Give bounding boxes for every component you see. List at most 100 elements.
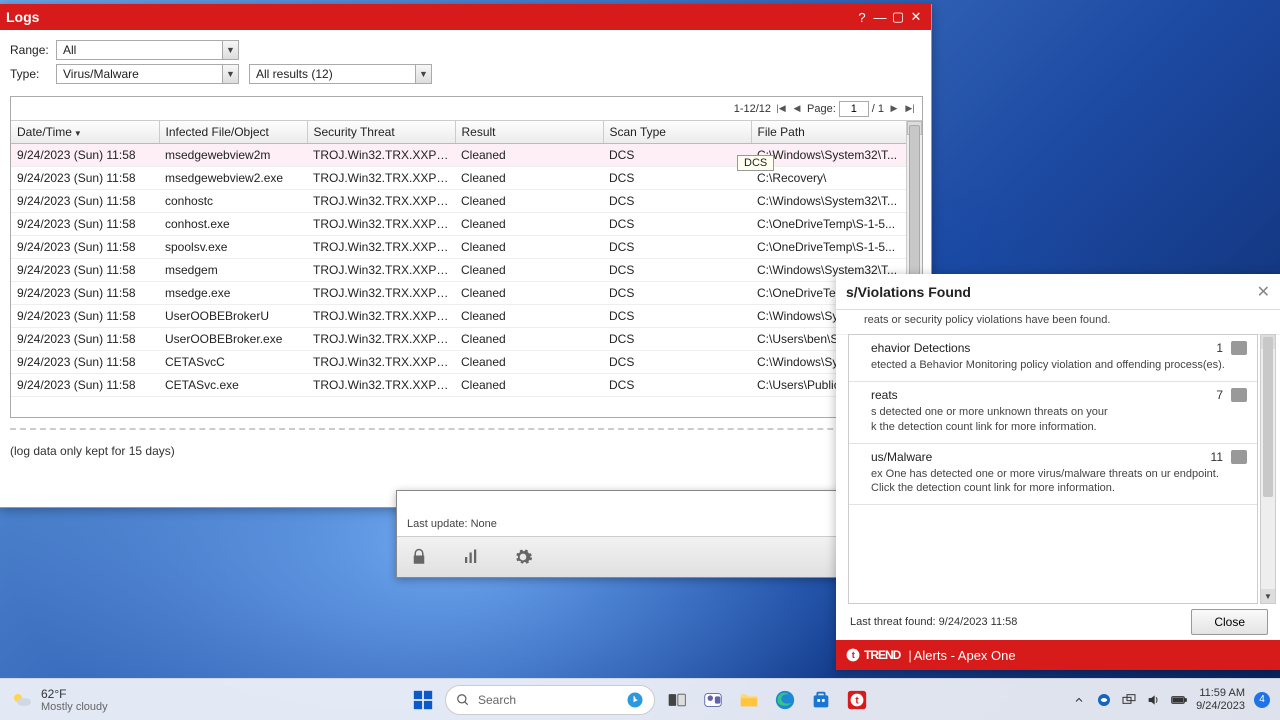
alerts-scrollbar[interactable]: ▲ ▼ bbox=[1260, 334, 1276, 604]
file-explorer-icon[interactable] bbox=[735, 686, 763, 714]
last-update-label: Last update: None bbox=[397, 491, 883, 537]
alert-desc: ex One has detected one or more virus/ma… bbox=[871, 467, 1247, 497]
alert-count[interactable]: 11 bbox=[1197, 450, 1223, 464]
tray-app-icon[interactable] bbox=[1096, 692, 1112, 708]
close-button[interactable]: Close bbox=[1191, 609, 1268, 635]
cell: msedgem bbox=[159, 259, 307, 282]
alert-item[interactable]: us/Malware11ex One has detected one or m… bbox=[849, 444, 1257, 506]
cell: conhost.exe bbox=[159, 213, 307, 236]
battery-icon[interactable] bbox=[1171, 692, 1187, 708]
col-threat[interactable]: Security Threat bbox=[307, 121, 455, 144]
next-page-icon[interactable]: ▶ bbox=[888, 103, 900, 115]
cell: TROJ.Win32.TRX.XXPE... bbox=[307, 190, 455, 213]
cell: DCS bbox=[603, 213, 751, 236]
chevron-down-icon[interactable]: ▼ bbox=[415, 65, 431, 83]
table-row[interactable]: 9/24/2023 (Sun) 11:58UserOOBEBrokerUTROJ… bbox=[11, 305, 922, 328]
range-combo[interactable]: All ▼ bbox=[56, 40, 239, 60]
logs-titlebar[interactable]: Logs ? — ▢ ✕ bbox=[0, 4, 931, 30]
logs-title: Logs bbox=[6, 9, 853, 25]
alert-item[interactable]: reats7s detected one or more unknown thr… bbox=[849, 382, 1257, 444]
last-page-icon[interactable]: ▶| bbox=[904, 103, 916, 115]
trend-logo: t TREND bbox=[846, 648, 900, 662]
first-page-icon[interactable]: |◀ bbox=[775, 103, 787, 115]
scan-type-tooltip: DCS bbox=[737, 155, 774, 171]
store-icon[interactable] bbox=[807, 686, 835, 714]
cell: TROJ.Win32.TRX.XXPE... bbox=[307, 305, 455, 328]
cell: UserOOBEBrokerU bbox=[159, 305, 307, 328]
results-combo[interactable]: All results (12) ▼ bbox=[249, 64, 432, 84]
col-object[interactable]: Infected File/Object bbox=[159, 121, 307, 144]
clock[interactable]: 11:59 AM 9/24/2023 bbox=[1196, 687, 1245, 712]
gear-icon[interactable] bbox=[513, 547, 533, 567]
prev-page-icon[interactable]: ◀ bbox=[791, 103, 803, 115]
network-icon[interactable] bbox=[1121, 692, 1137, 708]
help-icon[interactable]: ? bbox=[853, 10, 871, 25]
chevron-down-icon[interactable]: ▼ bbox=[222, 65, 238, 83]
cell: DCS bbox=[603, 328, 751, 351]
cell: Cleaned bbox=[455, 167, 603, 190]
scroll-thumb[interactable] bbox=[1263, 337, 1273, 497]
cell: DCS bbox=[603, 167, 751, 190]
volume-icon[interactable] bbox=[1146, 692, 1162, 708]
chart-icon[interactable] bbox=[461, 547, 481, 567]
cell: TROJ.Win32.TRX.XXPE... bbox=[307, 259, 455, 282]
lock-icon[interactable] bbox=[409, 547, 429, 567]
alert-name: ehavior Detections bbox=[871, 341, 1197, 355]
type-combo[interactable]: Virus/Malware ▼ bbox=[56, 64, 239, 84]
table-row[interactable]: 9/24/2023 (Sun) 11:58msedgewebview2.exeT… bbox=[11, 167, 922, 190]
col-filepath[interactable]: File Path bbox=[751, 121, 922, 144]
notification-badge[interactable]: 4 bbox=[1254, 692, 1270, 708]
alerts-brand-title: Alerts - Apex One bbox=[914, 648, 1016, 663]
table-row[interactable]: 9/24/2023 (Sun) 11:58spoolsv.exeTROJ.Win… bbox=[11, 236, 922, 259]
tray-expand-icon[interactable] bbox=[1071, 692, 1087, 708]
edge-icon[interactable] bbox=[771, 686, 799, 714]
weather-widget[interactable]: 62°F Mostly cloudy bbox=[10, 687, 108, 713]
sort-desc-icon: ▼ bbox=[74, 129, 82, 138]
comment-icon[interactable] bbox=[1231, 388, 1247, 402]
scroll-down-icon[interactable]: ▼ bbox=[1261, 589, 1275, 603]
alerts-subtitle: reats or security policy violations have… bbox=[836, 310, 1280, 335]
table-row[interactable]: 9/24/2023 (Sun) 11:58msedgemTROJ.Win32.T… bbox=[11, 259, 922, 282]
col-scantype[interactable]: Scan Type bbox=[603, 121, 751, 144]
table-row[interactable]: 9/24/2023 (Sun) 11:58conhost.exeTROJ.Win… bbox=[11, 213, 922, 236]
table-row[interactable]: 9/24/2023 (Sun) 11:58msedge.exeTROJ.Win3… bbox=[11, 282, 922, 305]
cell: C:\Windows\System32\T... bbox=[751, 190, 922, 213]
col-datetime[interactable]: Date/Time▼ bbox=[11, 121, 159, 144]
cell: 9/24/2023 (Sun) 11:58 bbox=[11, 236, 159, 259]
divider bbox=[10, 428, 923, 430]
table-row[interactable]: 9/24/2023 (Sun) 11:58UserOOBEBroker.exeT… bbox=[11, 328, 922, 351]
search-input[interactable]: Search bbox=[445, 685, 655, 715]
chevron-down-icon[interactable]: ▼ bbox=[222, 41, 238, 59]
close-icon[interactable]: ✕ bbox=[1257, 282, 1270, 302]
cell: conhostc bbox=[159, 190, 307, 213]
start-icon[interactable] bbox=[409, 686, 437, 714]
cell: 9/24/2023 (Sun) 11:58 bbox=[11, 144, 159, 167]
task-view-icon[interactable] bbox=[663, 686, 691, 714]
cell: Cleaned bbox=[455, 144, 603, 167]
maximize-icon[interactable]: ▢ bbox=[889, 9, 907, 25]
alert-count[interactable]: 1 bbox=[1197, 341, 1223, 355]
table-row[interactable]: 9/24/2023 (Sun) 11:58CETASvc.exeTROJ.Win… bbox=[11, 374, 922, 397]
minimize-icon[interactable]: — bbox=[871, 10, 889, 25]
col-result[interactable]: Result bbox=[455, 121, 603, 144]
pager-summary: 1-12/12 bbox=[734, 103, 771, 115]
cell: DCS bbox=[603, 236, 751, 259]
last-threat-label: Last threat found: 9/24/2023 11:58 bbox=[850, 616, 1017, 628]
alert-item[interactable]: ehavior Detections1etected a Behavior Mo… bbox=[849, 335, 1257, 382]
cell: msedgewebview2m bbox=[159, 144, 307, 167]
teams-icon[interactable] bbox=[699, 686, 727, 714]
comment-icon[interactable] bbox=[1231, 341, 1247, 355]
apex-one-icon[interactable]: t bbox=[843, 686, 871, 714]
bing-icon bbox=[626, 691, 644, 709]
close-icon[interactable]: ✕ bbox=[907, 9, 925, 25]
page-input[interactable] bbox=[839, 101, 869, 117]
table-row[interactable]: 9/24/2023 (Sun) 11:58CETASvcCTROJ.Win32.… bbox=[11, 351, 922, 374]
alerts-list: ehavior Detections1etected a Behavior Mo… bbox=[848, 334, 1258, 604]
cell: Cleaned bbox=[455, 213, 603, 236]
cell: Cleaned bbox=[455, 259, 603, 282]
table-row[interactable]: 9/24/2023 (Sun) 11:58conhostcTROJ.Win32.… bbox=[11, 190, 922, 213]
table-row[interactable]: 9/24/2023 (Sun) 11:58msedgewebview2mTROJ… bbox=[11, 144, 922, 167]
cell: C:\OneDriveTemp\S-1-5... bbox=[751, 236, 922, 259]
comment-icon[interactable] bbox=[1231, 450, 1247, 464]
alert-count[interactable]: 7 bbox=[1197, 388, 1223, 402]
